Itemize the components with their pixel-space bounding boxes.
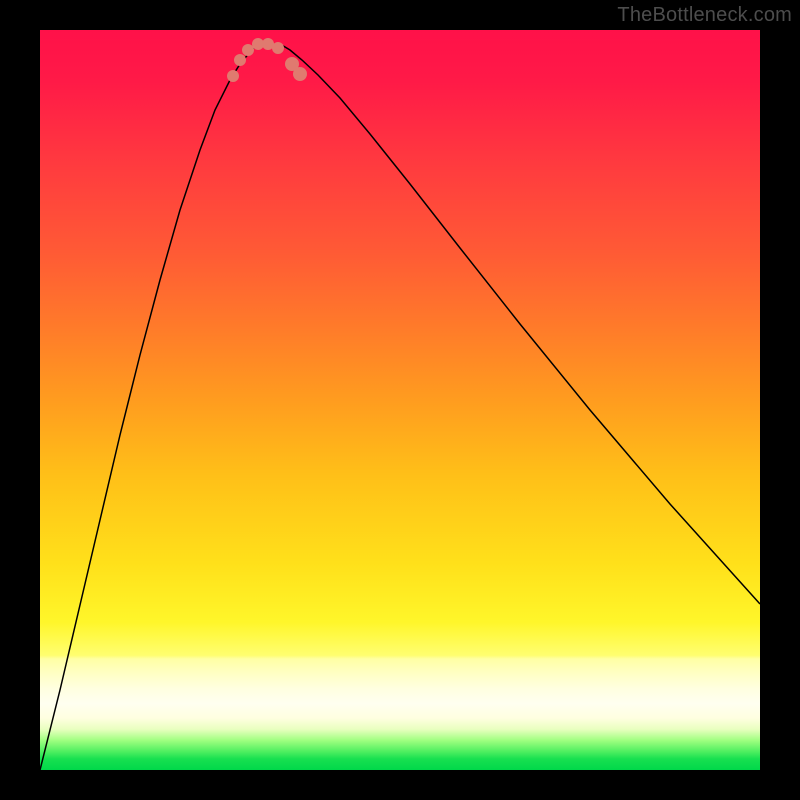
curve-layer (40, 30, 760, 770)
watermark-text: TheBottleneck.com (617, 4, 792, 27)
chart-stage: TheBottleneck.com (0, 0, 800, 800)
valley-marker (272, 42, 284, 54)
valley-marker (234, 54, 246, 66)
markers-group (227, 38, 307, 82)
plot-area (40, 30, 760, 770)
valley-marker (242, 44, 254, 56)
valley-marker (227, 70, 239, 82)
left-curve (40, 44, 258, 770)
valley-marker (293, 67, 307, 81)
right-curve (280, 44, 760, 604)
